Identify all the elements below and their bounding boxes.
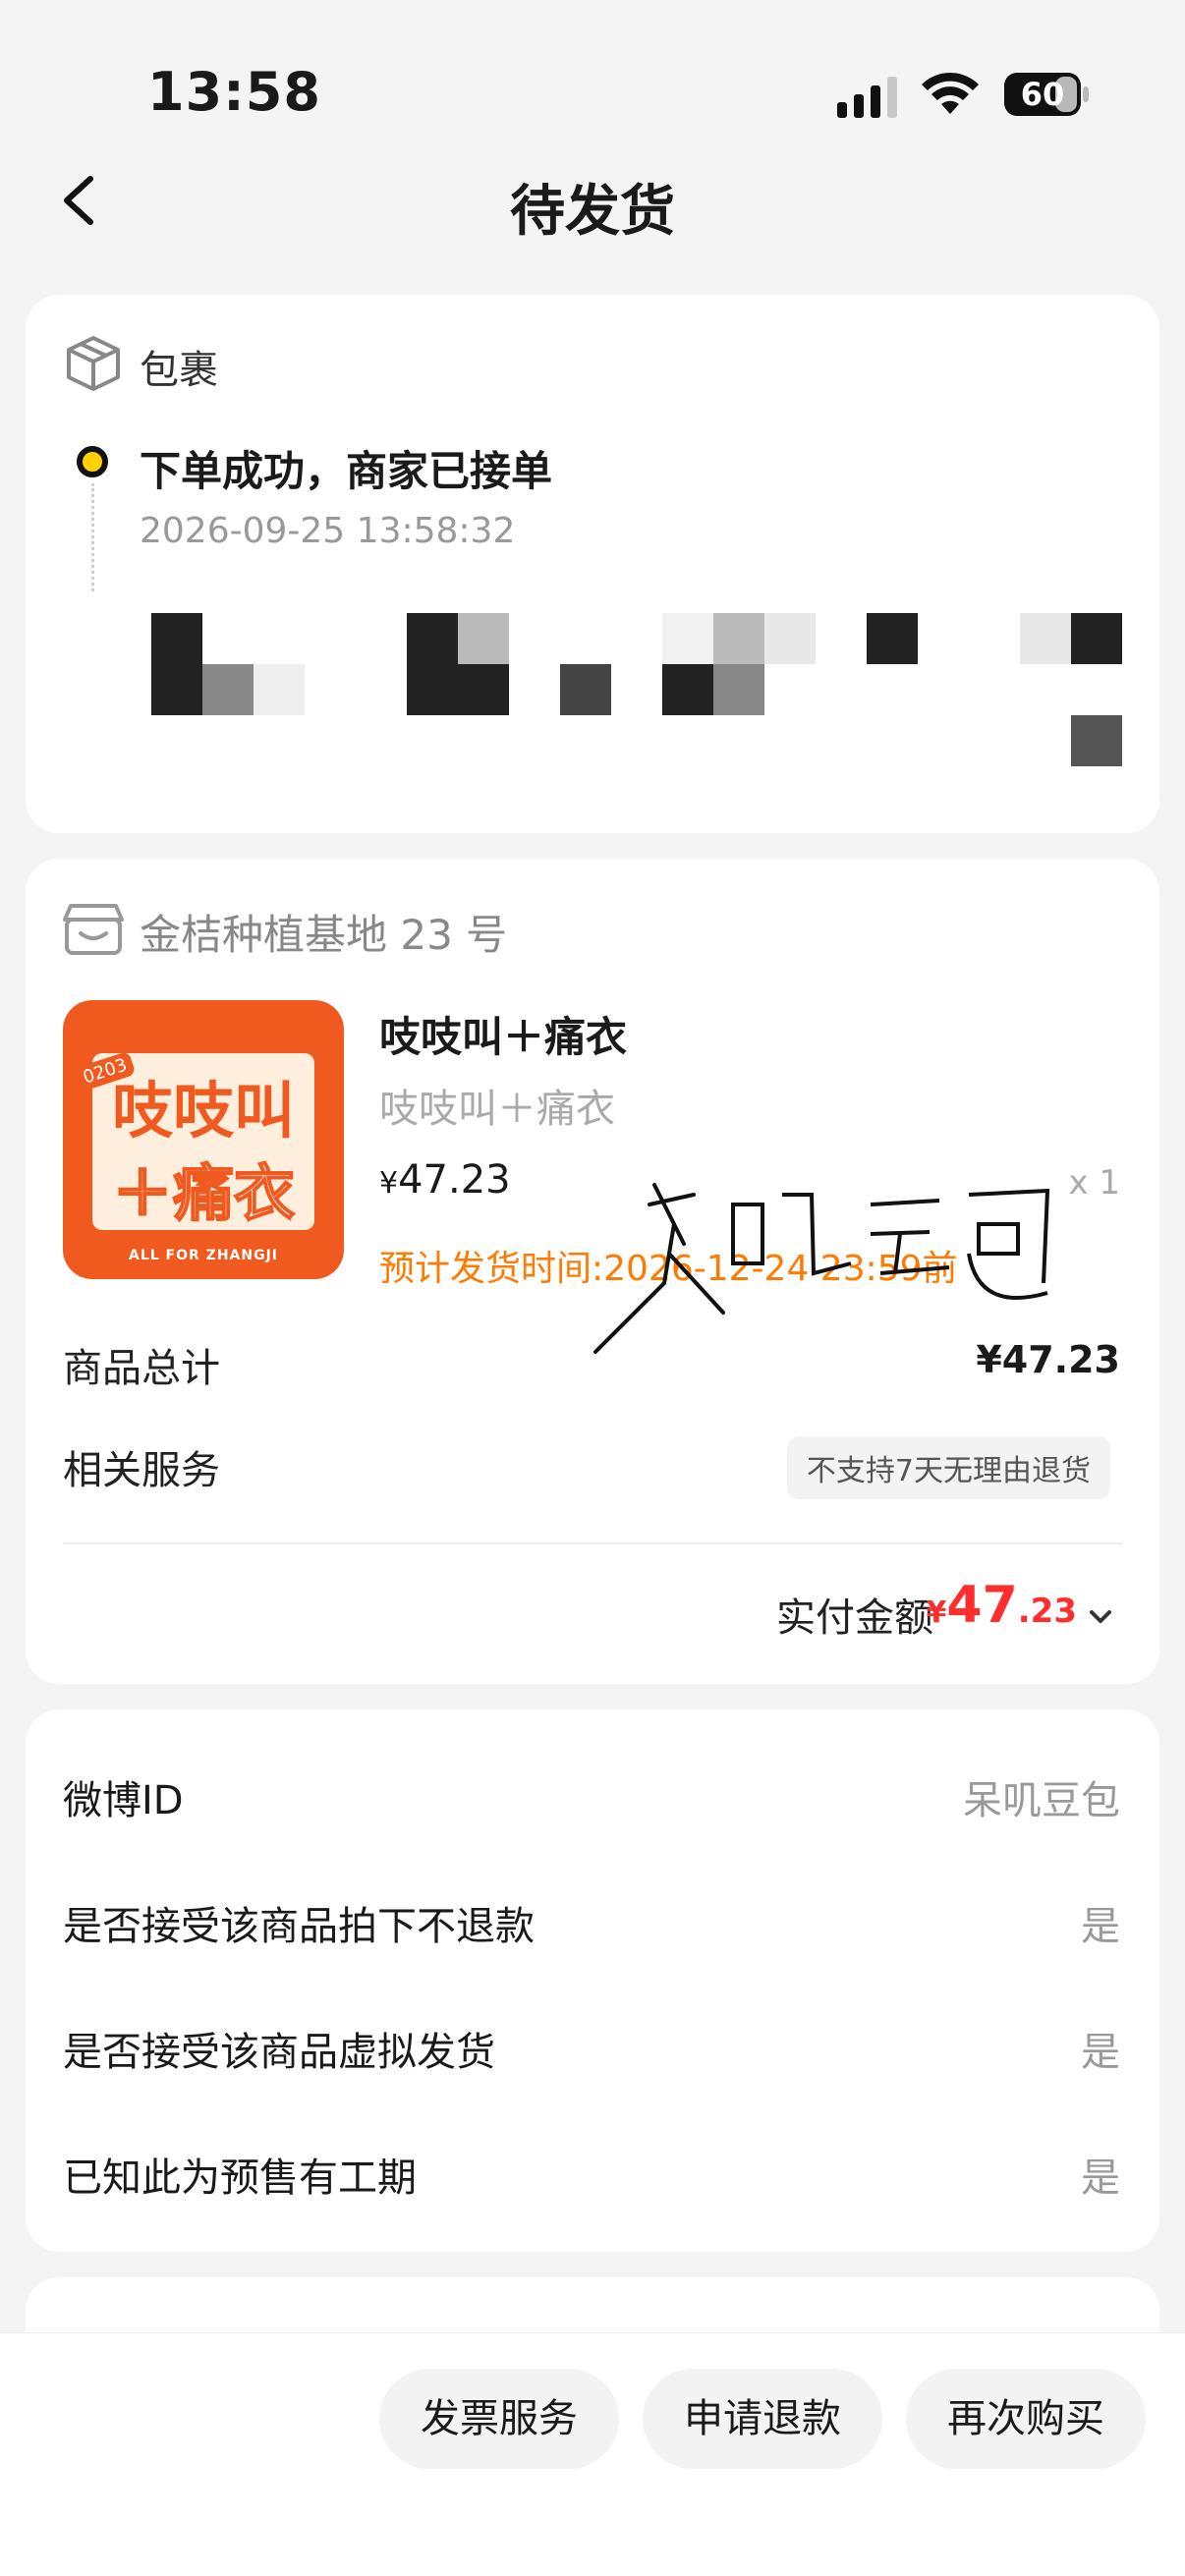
battery-level: 60 xyxy=(1020,76,1065,113)
service-tag: 不支持7天无理由退货 xyxy=(786,1436,1110,1499)
wifi-icon xyxy=(922,72,979,114)
thumb-exclaim: !! xyxy=(305,1014,344,1064)
paid-amount[interactable]: ¥47.23 xyxy=(927,1576,1077,1635)
invoice-service-button[interactable]: 发票服务 xyxy=(379,2369,619,2469)
shop-name[interactable]: 金桔种植基地 23 号 xyxy=(140,902,507,962)
info-label: 是否接受该商品虚拟发货 xyxy=(63,2030,495,2075)
bottom-action-bar: 发票服务 申请退款 再次购买 xyxy=(0,2332,1185,2576)
info-row: 是否接受该商品拍下不退款 是 xyxy=(63,1894,1120,1953)
info-value: 是 xyxy=(1081,2156,1120,2201)
cellular-signal-icon xyxy=(837,77,897,118)
info-label: 微博ID xyxy=(63,1778,184,1823)
order-info-card: 微博ID 呆叽豆包 是否接受该商品拍下不退款 是 是否接受该商品虚拟发货 是 已… xyxy=(26,1709,1159,2252)
info-value: 是 xyxy=(1081,2030,1120,2075)
chevron-down-icon[interactable] xyxy=(1089,1607,1112,1627)
parcel-status: 下单成功，商家已接单 xyxy=(140,447,553,495)
product-quantity: x 1 xyxy=(1068,1163,1120,1203)
product-name[interactable]: 吱吱叫＋痛衣 xyxy=(379,1004,627,1064)
thumb-title-line2: ＋痛衣 xyxy=(111,1156,296,1230)
paid-label[interactable]: 实付金额 xyxy=(776,1586,933,1643)
parcel-card[interactable]: 包裹 下单成功，商家已接单 2026-09-25 13:58:32 xyxy=(26,295,1159,833)
buy-again-button[interactable]: 再次购买 xyxy=(906,2369,1146,2469)
status-bar: 13:58 60 xyxy=(0,0,1185,147)
info-row: 微博ID 呆叽豆包 xyxy=(63,1768,1120,1827)
thumb-title-line1: 吱吱叫 xyxy=(111,1075,295,1147)
status-time: 13:58 xyxy=(147,61,321,123)
timeline-line xyxy=(91,483,94,591)
request-refund-button[interactable]: 申请退款 xyxy=(643,2369,882,2469)
product-variant: 吱吱叫＋痛衣 xyxy=(379,1087,615,1132)
page-title: 待发货 xyxy=(510,180,675,244)
shop-icon[interactable] xyxy=(63,902,124,957)
divider xyxy=(63,1542,1122,1544)
total-value: ¥47.23 xyxy=(976,1338,1120,1381)
info-row: 已知此为预售有工期 是 xyxy=(63,2146,1120,2205)
product-price: ¥47.23 xyxy=(379,1157,511,1203)
parcel-timestamp: 2026-09-25 13:58:32 xyxy=(140,511,516,551)
info-label: 已知此为预售有工期 xyxy=(63,2156,417,2201)
order-card: 金桔种植基地 23 号 0203 !! 吱吱叫 ＋痛衣 ALL FOR ZHAN… xyxy=(26,859,1159,1684)
thumb-footer: ALL FOR ZHANGJI xyxy=(129,1248,278,1263)
total-label: 商品总计 xyxy=(63,1346,220,1391)
parcel-label: 包裹 xyxy=(140,348,218,393)
info-row: 是否接受该商品虚拟发货 是 xyxy=(63,2020,1120,2079)
info-label: 是否接受该商品拍下不退款 xyxy=(63,1904,535,1949)
service-label: 相关服务 xyxy=(63,1448,220,1493)
info-value: 呆叽豆包 xyxy=(963,1778,1120,1823)
timeline-dot xyxy=(77,446,108,477)
handwritten-signature xyxy=(593,1183,1050,1354)
info-value: 是 xyxy=(1081,1904,1120,1949)
package-icon xyxy=(67,336,120,391)
product-thumbnail[interactable]: 0203 !! 吱吱叫 ＋痛衣 ALL FOR ZHANGJI xyxy=(63,1000,344,1279)
